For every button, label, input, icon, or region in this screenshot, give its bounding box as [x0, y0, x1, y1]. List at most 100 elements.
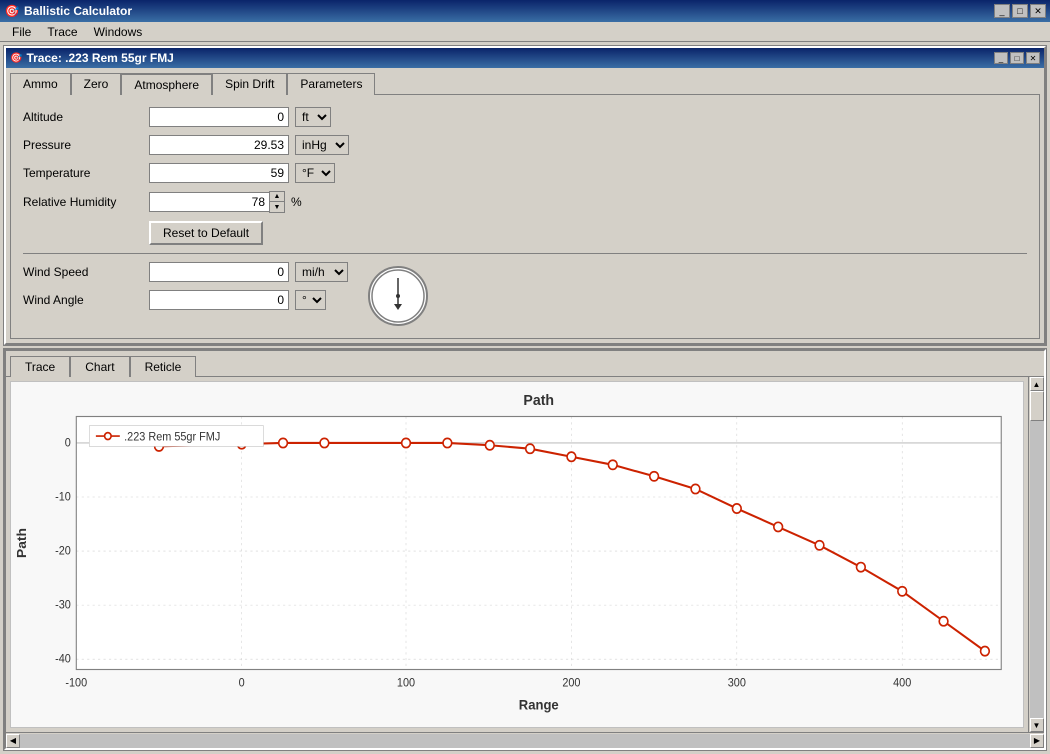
atmosphere-tab-content: Altitude ft m Pressure inHg hPa mbar Tem… [10, 94, 1040, 339]
temperature-unit-select[interactable]: °F °C [295, 163, 335, 183]
svg-text:Range: Range [519, 697, 559, 712]
wind-fields: Wind Speed mi/h km/h m/s Wind Angle ° [23, 262, 348, 318]
svg-text:-20: -20 [55, 545, 71, 557]
menu-file[interactable]: File [4, 23, 39, 41]
temperature-row: Temperature °F °C [23, 163, 1027, 183]
app-title: Ballistic Calculator [24, 4, 990, 18]
data-point [732, 504, 741, 513]
svg-text:300: 300 [728, 678, 746, 690]
title-bar-buttons: _ □ ✕ [994, 4, 1046, 18]
close-button[interactable]: ✕ [1030, 4, 1046, 18]
data-point [402, 438, 411, 447]
wind-angle-input[interactable] [149, 290, 289, 310]
minimize-button[interactable]: _ [994, 4, 1010, 18]
pressure-input[interactable] [149, 135, 289, 155]
trace-title-bar: 🎯 Trace: .223 Rem 55gr FMJ _ □ ✕ [6, 48, 1044, 68]
chart-section: -100 0 100 200 300 400 0 -10 -20 -30 -40 [6, 377, 1044, 748]
data-point [567, 452, 576, 461]
scroll-left-button[interactable]: ◀ [6, 734, 20, 748]
wind-speed-input[interactable] [149, 262, 289, 282]
altitude-input[interactable] [149, 107, 289, 127]
data-point [320, 438, 329, 447]
humidity-label: Relative Humidity [23, 195, 143, 209]
pressure-unit-select[interactable]: inHg hPa mbar [295, 135, 349, 155]
trace-close-button[interactable]: ✕ [1026, 52, 1040, 64]
svg-text:100: 100 [397, 678, 415, 690]
humidity-input[interactable] [149, 192, 269, 212]
reset-default-button[interactable]: Reset to Default [149, 221, 263, 245]
tabs-bar: Ammo Zero Atmosphere Spin Drift Paramete… [6, 68, 1044, 94]
wind-dial[interactable] [368, 266, 428, 326]
main-area: 🎯 Trace: .223 Rem 55gr FMJ _ □ ✕ Ammo Ze… [0, 42, 1050, 754]
trace-window: 🎯 Trace: .223 Rem 55gr FMJ _ □ ✕ Ammo Ze… [4, 46, 1046, 345]
vertical-scrollbar: ▲ ▼ [1028, 377, 1044, 732]
wind-speed-label: Wind Speed [23, 265, 143, 279]
scroll-right-button[interactable]: ▶ [1030, 734, 1044, 748]
wind-angle-row: Wind Angle ° [23, 290, 348, 310]
app-title-bar: 🎯 Ballistic Calculator _ □ ✕ [0, 0, 1050, 22]
data-point [650, 472, 659, 481]
svg-text:-30: -30 [55, 599, 71, 611]
trace-icon: 🎯 [10, 53, 22, 64]
svg-text:-100: -100 [65, 678, 87, 690]
humidity-up-button[interactable]: ▲ [270, 192, 284, 202]
tab-parameters[interactable]: Parameters [287, 73, 375, 95]
data-point [898, 587, 907, 596]
svg-text:200: 200 [562, 678, 580, 690]
data-point [526, 444, 535, 453]
bottom-tab-chart[interactable]: Chart [70, 356, 129, 377]
menu-bar: File Trace Windows [0, 22, 1050, 42]
wind-angle-unit-select[interactable]: ° [295, 290, 326, 310]
temperature-label: Temperature [23, 166, 143, 180]
svg-text:0: 0 [239, 678, 245, 690]
altitude-label: Altitude [23, 110, 143, 124]
data-point [608, 460, 617, 469]
tab-atmosphere[interactable]: Atmosphere [121, 73, 212, 95]
scroll-thumb-v[interactable] [1030, 391, 1044, 421]
data-point [981, 647, 990, 656]
tab-zero[interactable]: Zero [71, 73, 122, 95]
separator [23, 253, 1027, 254]
altitude-unit-select[interactable]: ft m [295, 107, 331, 127]
bottom-tab-trace[interactable]: Trace [10, 356, 70, 377]
data-point [939, 617, 948, 626]
humidity-unit: % [291, 195, 302, 209]
chart-svg: -100 0 100 200 300 400 0 -10 -20 -30 -40 [11, 382, 1023, 727]
svg-text:-10: -10 [55, 491, 71, 503]
humidity-row: Relative Humidity ▲ ▼ % [23, 191, 1027, 213]
bottom-tab-reticle[interactable]: Reticle [130, 356, 197, 377]
data-point [443, 438, 452, 447]
svg-text:0: 0 [65, 437, 71, 449]
scroll-track-h[interactable] [20, 734, 1030, 748]
maximize-button[interactable]: □ [1012, 4, 1028, 18]
pressure-row: Pressure inHg hPa mbar [23, 135, 1027, 155]
menu-windows[interactable]: Windows [86, 23, 151, 41]
data-point [279, 438, 288, 447]
data-point [485, 441, 494, 450]
humidity-down-button[interactable]: ▼ [270, 202, 284, 212]
wind-speed-row: Wind Speed mi/h km/h m/s [23, 262, 348, 282]
svg-text:400: 400 [893, 678, 911, 690]
chart-container: -100 0 100 200 300 400 0 -10 -20 -30 -40 [10, 381, 1024, 728]
data-point [774, 522, 783, 531]
scroll-down-button[interactable]: ▼ [1030, 718, 1044, 732]
trace-maximize-button[interactable]: □ [1010, 52, 1024, 64]
menu-trace[interactable]: Trace [39, 23, 85, 41]
svg-text:Path: Path [15, 528, 30, 558]
bottom-tabs-bar: Trace Chart Reticle [6, 351, 1044, 377]
temperature-input[interactable] [149, 163, 289, 183]
wind-speed-unit-select[interactable]: mi/h km/h m/s [295, 262, 348, 282]
svg-text:Path: Path [523, 393, 554, 409]
data-point [857, 563, 866, 572]
tab-ammo[interactable]: Ammo [10, 73, 71, 95]
tab-spin-drift[interactable]: Spin Drift [212, 73, 287, 95]
data-point [691, 484, 700, 493]
altitude-row: Altitude ft m [23, 107, 1027, 127]
scroll-up-button[interactable]: ▲ [1030, 377, 1044, 391]
pressure-label: Pressure [23, 138, 143, 152]
trace-minimize-button[interactable]: _ [994, 52, 1008, 64]
horizontal-scrollbar: ◀ ▶ [6, 732, 1044, 748]
humidity-spinner-buttons: ▲ ▼ [269, 191, 285, 213]
scroll-track-v[interactable] [1030, 391, 1044, 718]
reset-row: Reset to Default [23, 221, 1027, 245]
